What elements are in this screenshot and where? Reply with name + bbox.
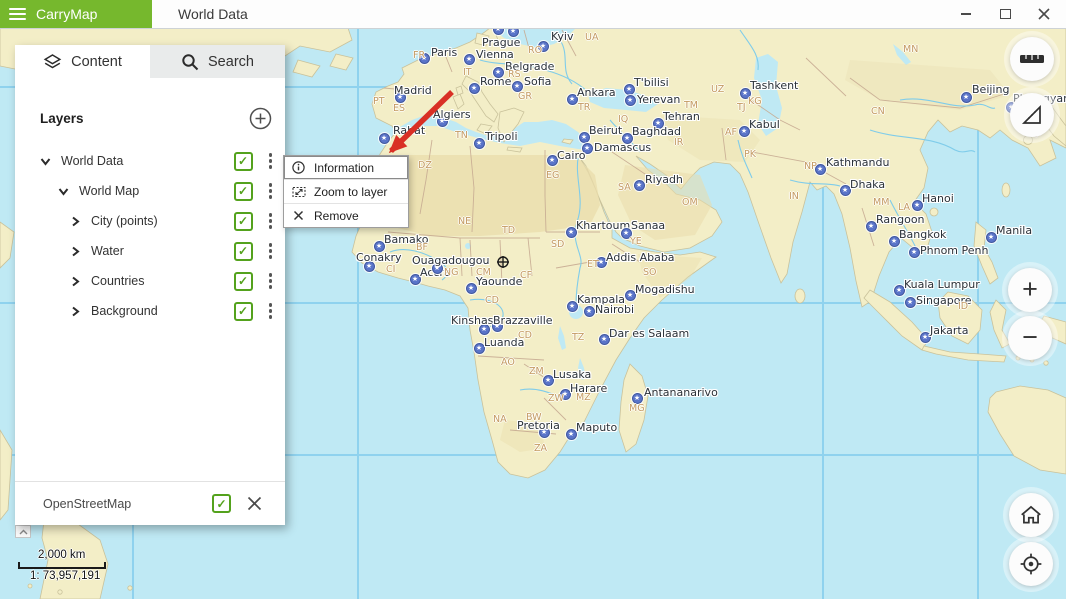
- layer-menu-button[interactable]: [265, 240, 277, 262]
- menu-item-label: Information: [314, 161, 374, 175]
- layer-row-world-data[interactable]: World Data ✓: [15, 146, 285, 176]
- locate-icon: [1019, 552, 1043, 576]
- layer-row-water[interactable]: Water ✓: [15, 236, 285, 266]
- app-brand: CarryMap: [0, 0, 152, 28]
- titlebar: CarryMap World Data: [0, 0, 1066, 29]
- layer-row-city-points[interactable]: City (points) ✓: [15, 206, 285, 236]
- carrymap-window: ★London★Paris★Madrid★Rabat★Algiers★Tripo…: [0, 0, 1066, 599]
- layer-label: Water: [91, 244, 124, 258]
- basemap-label: OpenStreetMap: [43, 497, 131, 511]
- search-icon: [181, 53, 199, 71]
- plus-icon: +: [1022, 276, 1038, 303]
- layer-checkbox[interactable]: ✓: [234, 242, 253, 261]
- layer-label: Background: [91, 304, 158, 318]
- ruler-icon: [1019, 52, 1045, 66]
- document-title: World Data: [178, 6, 248, 22]
- menu-item-label: Remove: [314, 209, 359, 223]
- hamburger-menu-button[interactable]: [9, 8, 26, 20]
- minus-icon: −: [1022, 324, 1038, 351]
- window-controls: [960, 8, 1066, 20]
- scale-bar-line: [18, 562, 106, 569]
- menu-item-remove[interactable]: Remove: [284, 203, 408, 227]
- maximize-button[interactable]: [999, 8, 1011, 20]
- tab-content-label: Content: [71, 54, 122, 70]
- layer-label: World Map: [79, 184, 139, 198]
- measure-button[interactable]: [1010, 93, 1054, 137]
- layer-menu-button[interactable]: [265, 180, 277, 202]
- layer-menu-button[interactable]: [265, 270, 277, 292]
- basemap-remove-button[interactable]: [246, 495, 263, 512]
- info-icon: [291, 161, 306, 174]
- close-icon: [246, 495, 263, 512]
- zoom-out-button[interactable]: −: [1008, 316, 1052, 360]
- home-icon: [1019, 503, 1043, 527]
- chevron-down-icon[interactable]: [40, 156, 58, 167]
- layer-menu-button[interactable]: [265, 210, 277, 232]
- ruler-button[interactable]: [1010, 37, 1054, 81]
- layer-checkbox[interactable]: ✓: [234, 212, 253, 231]
- menu-item-label: Zoom to layer: [314, 185, 387, 199]
- close-icon: [1038, 8, 1050, 20]
- scale-distance-label: 2,000 km: [38, 549, 106, 561]
- maximize-icon: [1000, 9, 1011, 19]
- layer-tree: World Data✓World Map✓City (points)✓Water…: [15, 146, 285, 326]
- basemap-checkbox[interactable]: ✓: [212, 494, 231, 513]
- layer-checkbox[interactable]: ✓: [234, 182, 253, 201]
- home-button[interactable]: [1009, 493, 1053, 537]
- menu-item-information[interactable]: Information: [284, 156, 408, 179]
- chevron-right-icon[interactable]: [70, 306, 88, 317]
- chevron-right-icon[interactable]: [70, 216, 88, 227]
- layer-label: City (points): [91, 214, 158, 228]
- plus-circle-icon: [249, 107, 272, 130]
- tab-search[interactable]: Search: [150, 45, 285, 78]
- layers-panel: Content Search Layers World Data✓World: [15, 45, 285, 525]
- chevron-up-icon: [19, 529, 28, 535]
- zoom-in-button[interactable]: +: [1008, 268, 1052, 312]
- remove-icon: [291, 210, 306, 221]
- tab-search-label: Search: [208, 54, 254, 70]
- scale-ratio-label: 1: 73,957,191: [30, 570, 106, 582]
- layer-menu-button[interactable]: [265, 300, 277, 322]
- close-button[interactable]: [1038, 8, 1050, 20]
- layer-checkbox[interactable]: ✓: [234, 152, 253, 171]
- layer-context-menu: Information Zoom to layer Remove: [283, 155, 409, 228]
- basemap-row: OpenStreetMap ✓: [15, 481, 285, 525]
- scale-bar: 2,000 km 1: 73,957,191: [18, 549, 106, 582]
- chevron-right-icon[interactable]: [70, 276, 88, 287]
- layer-menu-button[interactable]: [265, 150, 277, 172]
- collapse-panel-button[interactable]: [15, 525, 31, 538]
- tab-content[interactable]: Content: [15, 45, 150, 78]
- locate-button[interactable]: [1009, 542, 1053, 586]
- layer-label: World Data: [61, 154, 123, 168]
- layer-checkbox[interactable]: ✓: [234, 302, 253, 321]
- menu-item-zoom-to-layer[interactable]: Zoom to layer: [284, 179, 408, 203]
- panel-tabs: Content Search: [15, 45, 285, 78]
- minimize-icon: [961, 13, 971, 15]
- layers-heading: Layers: [40, 111, 84, 126]
- add-layer-button[interactable]: [249, 107, 272, 130]
- app-title: CarryMap: [36, 6, 97, 22]
- layer-row-world-map[interactable]: World Map ✓: [15, 176, 285, 206]
- layer-label: Countries: [91, 274, 145, 288]
- layers-icon: [43, 53, 62, 70]
- layer-row-background[interactable]: Background ✓: [15, 296, 285, 326]
- layer-row-countries[interactable]: Countries ✓: [15, 266, 285, 296]
- minimize-button[interactable]: [960, 8, 972, 20]
- layer-checkbox[interactable]: ✓: [234, 272, 253, 291]
- chevron-down-icon[interactable]: [58, 186, 76, 197]
- zoom-extent-icon: [291, 186, 306, 198]
- measure-icon: [1021, 104, 1043, 126]
- chevron-right-icon[interactable]: [70, 246, 88, 257]
